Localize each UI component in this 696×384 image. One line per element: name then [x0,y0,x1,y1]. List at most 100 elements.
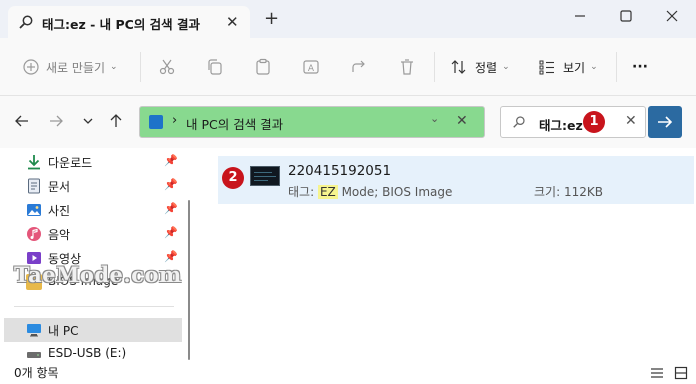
delete-button[interactable] [398,54,416,80]
rename-icon: A [303,60,319,74]
tag-rest: Mode; BIOS Image [337,185,453,199]
search-icon [513,116,525,128]
plus-circle-icon [23,59,39,75]
music-icon [27,227,41,241]
file-thumbnail [250,166,280,186]
folder-icon [26,274,42,290]
details-view-icon[interactable] [650,366,664,380]
pc-icon [27,324,41,337]
command-bar: 새로 만들기 ⌄ A 정렬 ⌄ 보기 ⌄ ··· [0,38,696,96]
copy-button[interactable] [206,54,224,80]
address-bar[interactable]: › 내 PC의 검색 결과 ⌄ [139,106,485,138]
picture-icon [27,204,41,216]
callout-marker-1: 1 [583,111,605,133]
search-go-button[interactable] [648,106,682,138]
file-name: 220415192051 [288,163,392,179]
paste-button[interactable] [254,54,272,80]
pin-icon: 📌 [164,154,178,167]
search-box[interactable]: 태그:ez ✕ [500,106,646,138]
view-button[interactable]: 보기 ⌄ [538,54,598,80]
title-bar: 태그:ez - 내 PC의 검색 결과 ✕ + [0,0,696,38]
sidebar-item-downloads[interactable]: 다운로드 📌 [0,150,182,174]
arrow-right-icon [658,116,673,128]
chevron-down-icon: ⌄ [590,62,598,72]
document-icon [28,178,40,194]
breadcrumb-separator: › [172,113,178,128]
sidebar-item-label: 음악 [48,228,71,242]
sidebar-item-label: BIOS Image [48,274,119,288]
file-tags: 태그: EZ Mode; BIOS Image [288,183,452,200]
close-icon[interactable] [662,6,682,26]
sidebar-item-bios-image[interactable]: BIOS Image [0,270,182,294]
toolbar-divider [616,52,617,82]
maximize-icon[interactable] [616,6,636,26]
rename-button[interactable]: A [302,54,320,80]
sort-label: 정렬 [475,60,498,75]
tag-highlight: EZ [317,185,338,199]
sidebar-item-label: 문서 [48,180,71,194]
sidebar-item-this-pc[interactable]: 내 PC [4,318,182,342]
more-options-button[interactable]: ··· [632,54,648,80]
new-button[interactable]: 새로 만들기 ⌄ [22,54,118,80]
chevron-down-icon: ⌄ [502,62,510,72]
window-tab[interactable]: 태그:ez - 내 PC의 검색 결과 ✕ [8,6,250,38]
new-tab-button[interactable]: + [264,10,279,28]
sidebar-item-music[interactable]: 음악 📌 [0,222,182,246]
file-size: 크기: 112KB [534,185,603,199]
sidebar-item-label: 동영상 [48,252,82,266]
stop-search-button[interactable]: ✕ [456,113,468,129]
cut-icon [159,59,175,75]
sidebar-item-label: 사진 [48,204,71,218]
sidebar-item-documents[interactable]: 문서 📌 [0,174,182,198]
new-button-label: 새로 만들기 [46,60,106,75]
pin-icon: 📌 [164,250,178,263]
pin-icon: 📌 [164,202,178,215]
svg-text:A: A [308,64,315,74]
paste-icon [256,58,270,75]
sort-icon [451,60,466,74]
item-count: 0개 항목 [14,366,59,380]
status-bar: 0개 항목 [0,362,696,384]
share-icon [352,60,365,72]
download-icon [28,155,40,170]
copy-icon [208,59,222,75]
video-icon [27,252,41,264]
sidebar-item-label: 내 PC [48,324,79,338]
toolbar-divider [140,52,141,82]
clear-search-button[interactable]: ✕ [625,113,637,129]
navigation-pane: 다운로드 📌 문서 📌 사진 📌 음악 📌 동영상 📌 BIOS Image 내… [0,148,190,362]
sidebar-item-label: 다운로드 [48,156,93,170]
share-button[interactable] [350,54,368,80]
view-list-icon [539,60,554,75]
sidebar-item-pictures[interactable]: 사진 📌 [0,198,182,222]
sidebar-divider [14,306,174,307]
pin-icon: 📌 [164,226,178,239]
address-dropdown-icon[interactable]: ⌄ [430,112,439,125]
sidebar-item-videos[interactable]: 동영상 📌 [0,246,182,270]
tiles-view-icon[interactable] [674,366,688,380]
tab-close-button[interactable]: ✕ [226,13,239,31]
tag-prefix: 태그: [288,185,318,199]
sidebar-item-label: ESD-USB (E:) [48,346,127,360]
chevron-down-icon: ⌄ [110,62,118,72]
search-icon [19,15,33,29]
minimize-icon[interactable] [570,6,590,26]
view-label: 보기 [563,60,586,75]
recent-locations-chevron-icon[interactable] [78,111,98,131]
pc-icon [149,115,163,129]
search-result-item[interactable]: 220415192051 태그: EZ Mode; BIOS Image 크기:… [218,156,694,204]
breadcrumb[interactable]: 내 PC의 검색 결과 [186,114,283,133]
back-arrow-icon[interactable] [12,111,32,131]
trash-icon [401,59,413,75]
sidebar-scrollbar[interactable] [188,200,190,360]
up-arrow-icon[interactable] [106,111,126,131]
toolbar-divider [434,52,435,82]
cut-button[interactable] [158,54,176,80]
forward-arrow-icon[interactable] [46,111,66,131]
search-input[interactable]: 태그:ez [539,115,583,134]
tab-title: 태그:ez - 내 PC의 검색 결과 [42,17,201,32]
pin-icon: 📌 [164,178,178,191]
drive-icon [27,352,41,358]
callout-marker-2: 2 [222,167,244,189]
sort-button[interactable]: 정렬 ⌄ [450,54,510,80]
